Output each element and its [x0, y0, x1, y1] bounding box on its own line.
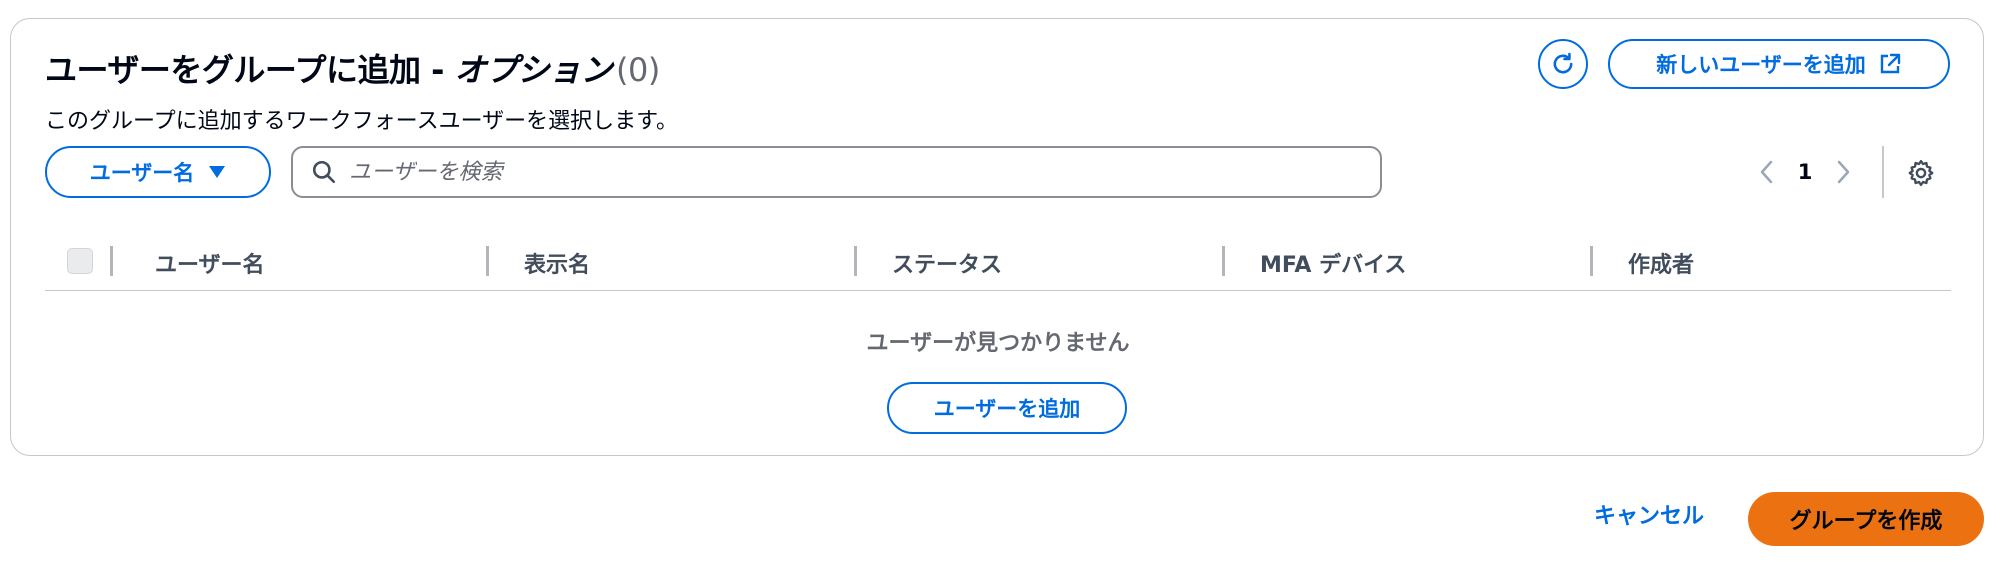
current-page-number[interactable]: 1 — [1787, 160, 1823, 184]
property-filter-label: ユーザー名 — [89, 161, 195, 185]
panel-title: ユーザーをグループに追加 - オプション (0) — [45, 45, 660, 91]
column-divider[interactable] — [854, 246, 857, 276]
panel-title-main: ユーザーをグループに追加 - — [45, 51, 455, 89]
column-header-mfa-devices[interactable]: MFA デバイス — [1260, 247, 1406, 279]
select-all-checkbox[interactable] — [67, 248, 93, 274]
add-new-user-button[interactable]: 新しいユーザーを追加 — [1608, 39, 1950, 89]
refresh-button[interactable] — [1538, 39, 1588, 89]
search-icon — [311, 159, 337, 185]
add-new-user-label: 新しいユーザーを追加 — [1656, 53, 1866, 77]
add-user-label: ユーザーを追加 — [933, 397, 1081, 421]
add-user-button[interactable]: ユーザーを追加 — [887, 382, 1127, 434]
panel-description: このグループに追加するワークフォースユーザーを選択します。 — [45, 109, 678, 134]
external-link-icon — [1880, 53, 1900, 74]
chevron-left-icon[interactable] — [1747, 159, 1787, 185]
column-divider[interactable] — [1590, 246, 1593, 276]
pagination-divider — [1882, 146, 1884, 198]
cancel-button[interactable]: キャンセル — [1594, 498, 1704, 530]
add-users-panel: ユーザーをグループに追加 - オプション (0) このグループに追加するワークフォ… — [10, 18, 1984, 456]
column-header-created-by[interactable]: 作成者 — [1628, 247, 1694, 279]
refresh-icon — [1553, 52, 1573, 74]
table-header: ユーザー名 表示名 ステータス MFA デバイス 作成者 — [45, 231, 1951, 291]
property-filter-dropdown[interactable]: ユーザー名 — [45, 146, 271, 198]
search-input[interactable] — [347, 158, 1311, 186]
column-divider[interactable] — [1222, 246, 1225, 276]
create-group-label: グループを作成 — [1789, 509, 1943, 534]
column-header-status[interactable]: ステータス — [892, 247, 1002, 279]
create-group-button[interactable]: グループを作成 — [1748, 492, 1984, 546]
column-header-username[interactable]: ユーザー名 — [155, 247, 265, 279]
gear-icon[interactable] — [1906, 158, 1936, 188]
panel-title-count: (0) — [616, 51, 660, 89]
panel-title-optional: オプション — [454, 51, 613, 89]
column-header-display-name[interactable]: 表示名 — [524, 247, 590, 279]
column-divider[interactable] — [486, 246, 489, 276]
search-field[interactable] — [291, 146, 1382, 198]
pagination: 1 — [1747, 146, 1863, 198]
empty-state-message: ユーザーが見つかりません — [866, 331, 1130, 356]
column-divider[interactable] — [110, 246, 113, 276]
caret-down-icon — [209, 166, 226, 178]
chevron-right-icon[interactable] — [1823, 159, 1863, 185]
